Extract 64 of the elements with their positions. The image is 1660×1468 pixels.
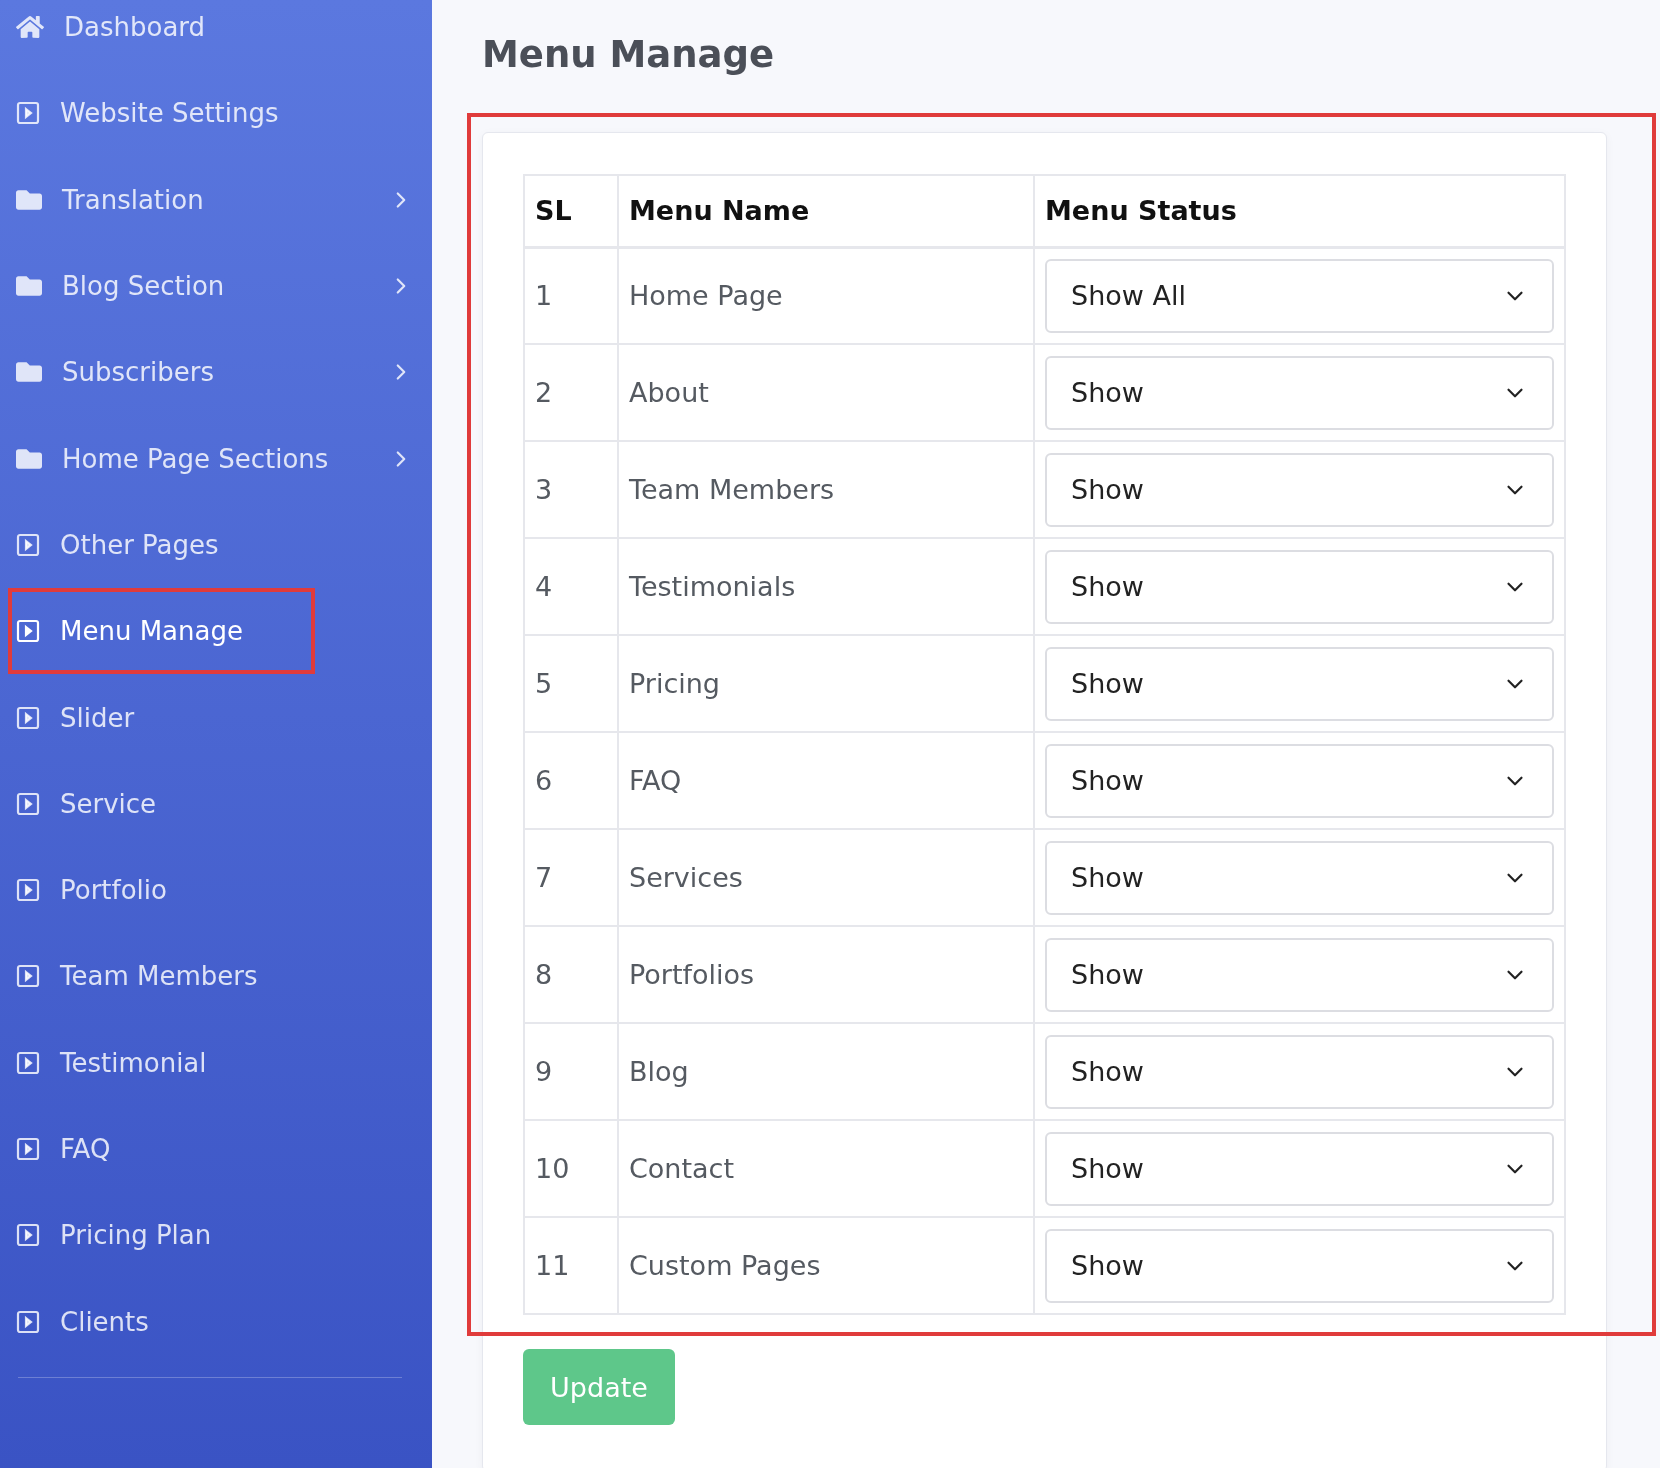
- sidebar-item[interactable]: Menu Manage: [8, 588, 315, 675]
- play-square-icon: [16, 101, 40, 126]
- table-cell: 4: [524, 538, 618, 635]
- sidebar-item[interactable]: Service: [0, 760, 432, 847]
- sidebar-item[interactable]: Portfolio: [0, 846, 432, 934]
- sidebar-item[interactable]: Home Page Sections: [0, 415, 432, 502]
- table-cell: 3: [524, 441, 618, 538]
- table-cell: 1: [524, 247, 618, 344]
- status-select[interactable]: Show: [1045, 646, 1554, 721]
- table-cell: 8: [524, 926, 618, 1023]
- sidebar-item[interactable]: FAQ: [0, 1105, 432, 1193]
- column-header: Menu Name: [618, 175, 1034, 247]
- table-cell: 11: [524, 1217, 618, 1314]
- status-select[interactable]: Show: [1045, 937, 1554, 1012]
- status-select[interactable]: Show: [1045, 840, 1554, 915]
- table-cell: 9: [524, 1023, 618, 1120]
- status-select[interactable]: Show: [1045, 355, 1554, 430]
- table-cell: About: [618, 344, 1034, 441]
- sidebar-item[interactable]: Clients: [0, 1278, 432, 1365]
- play-square-icon: [16, 705, 40, 730]
- play-square-icon: [16, 619, 40, 644]
- play-square-icon: [16, 532, 40, 557]
- table-cell: Contact: [618, 1120, 1034, 1217]
- sidebar-item[interactable]: Slider: [0, 674, 432, 761]
- column-header: SL: [524, 175, 618, 247]
- table-cell: Team Members: [618, 441, 1034, 538]
- table-cell: Testimonials: [618, 538, 1034, 635]
- table-cell: 5: [524, 635, 618, 732]
- sidebar-item[interactable]: Translation: [0, 156, 432, 243]
- table-cell: 2: [524, 344, 618, 441]
- table-cell: Blog: [618, 1023, 1034, 1120]
- play-square-icon: [16, 878, 40, 903]
- status-select[interactable]: Show All: [1045, 258, 1554, 333]
- table-cell: Home Page: [618, 247, 1034, 344]
- sidebar-item[interactable]: Testimonial: [0, 1019, 432, 1106]
- column-header: Menu Status: [1034, 175, 1565, 247]
- table-cell: Services: [618, 829, 1034, 926]
- play-square-icon: [16, 1137, 40, 1161]
- status-select[interactable]: Show: [1045, 452, 1554, 527]
- status-select[interactable]: Show: [1045, 743, 1554, 818]
- sidebar-item[interactable]: Other Pages: [0, 501, 432, 589]
- play-square-icon: [16, 964, 40, 989]
- status-select[interactable]: Show: [1045, 1034, 1554, 1109]
- table-cell: Portfolios: [618, 926, 1034, 1023]
- play-square-icon: [16, 1050, 40, 1075]
- sidebar-item[interactable]: Subscribers: [0, 329, 432, 416]
- status-select[interactable]: Show: [1045, 549, 1554, 624]
- sidebar-item[interactable]: Website Settings: [0, 70, 432, 157]
- play-square-icon: [16, 791, 40, 816]
- status-select[interactable]: Show: [1045, 1228, 1554, 1303]
- table-cell: 10: [524, 1120, 618, 1217]
- status-select[interactable]: Show: [1045, 1131, 1554, 1206]
- sidebar-item[interactable]: Pricing Plan: [0, 1192, 432, 1279]
- table-cell: 6: [524, 732, 618, 829]
- page-title: Menu Manage: [482, 32, 776, 78]
- table-cell: Pricing: [618, 635, 1034, 732]
- table-cell: 7: [524, 829, 618, 926]
- play-square-icon: [16, 1223, 40, 1248]
- sidebar-item[interactable]: Team Members: [0, 933, 432, 1020]
- table-cell: FAQ: [618, 732, 1034, 829]
- play-square-icon: [16, 1309, 40, 1334]
- sidebar-item[interactable]: Dashboard: [0, 0, 432, 71]
- table-cell: Custom Pages: [618, 1217, 1034, 1314]
- sidebar-item[interactable]: Blog Section: [0, 242, 432, 330]
